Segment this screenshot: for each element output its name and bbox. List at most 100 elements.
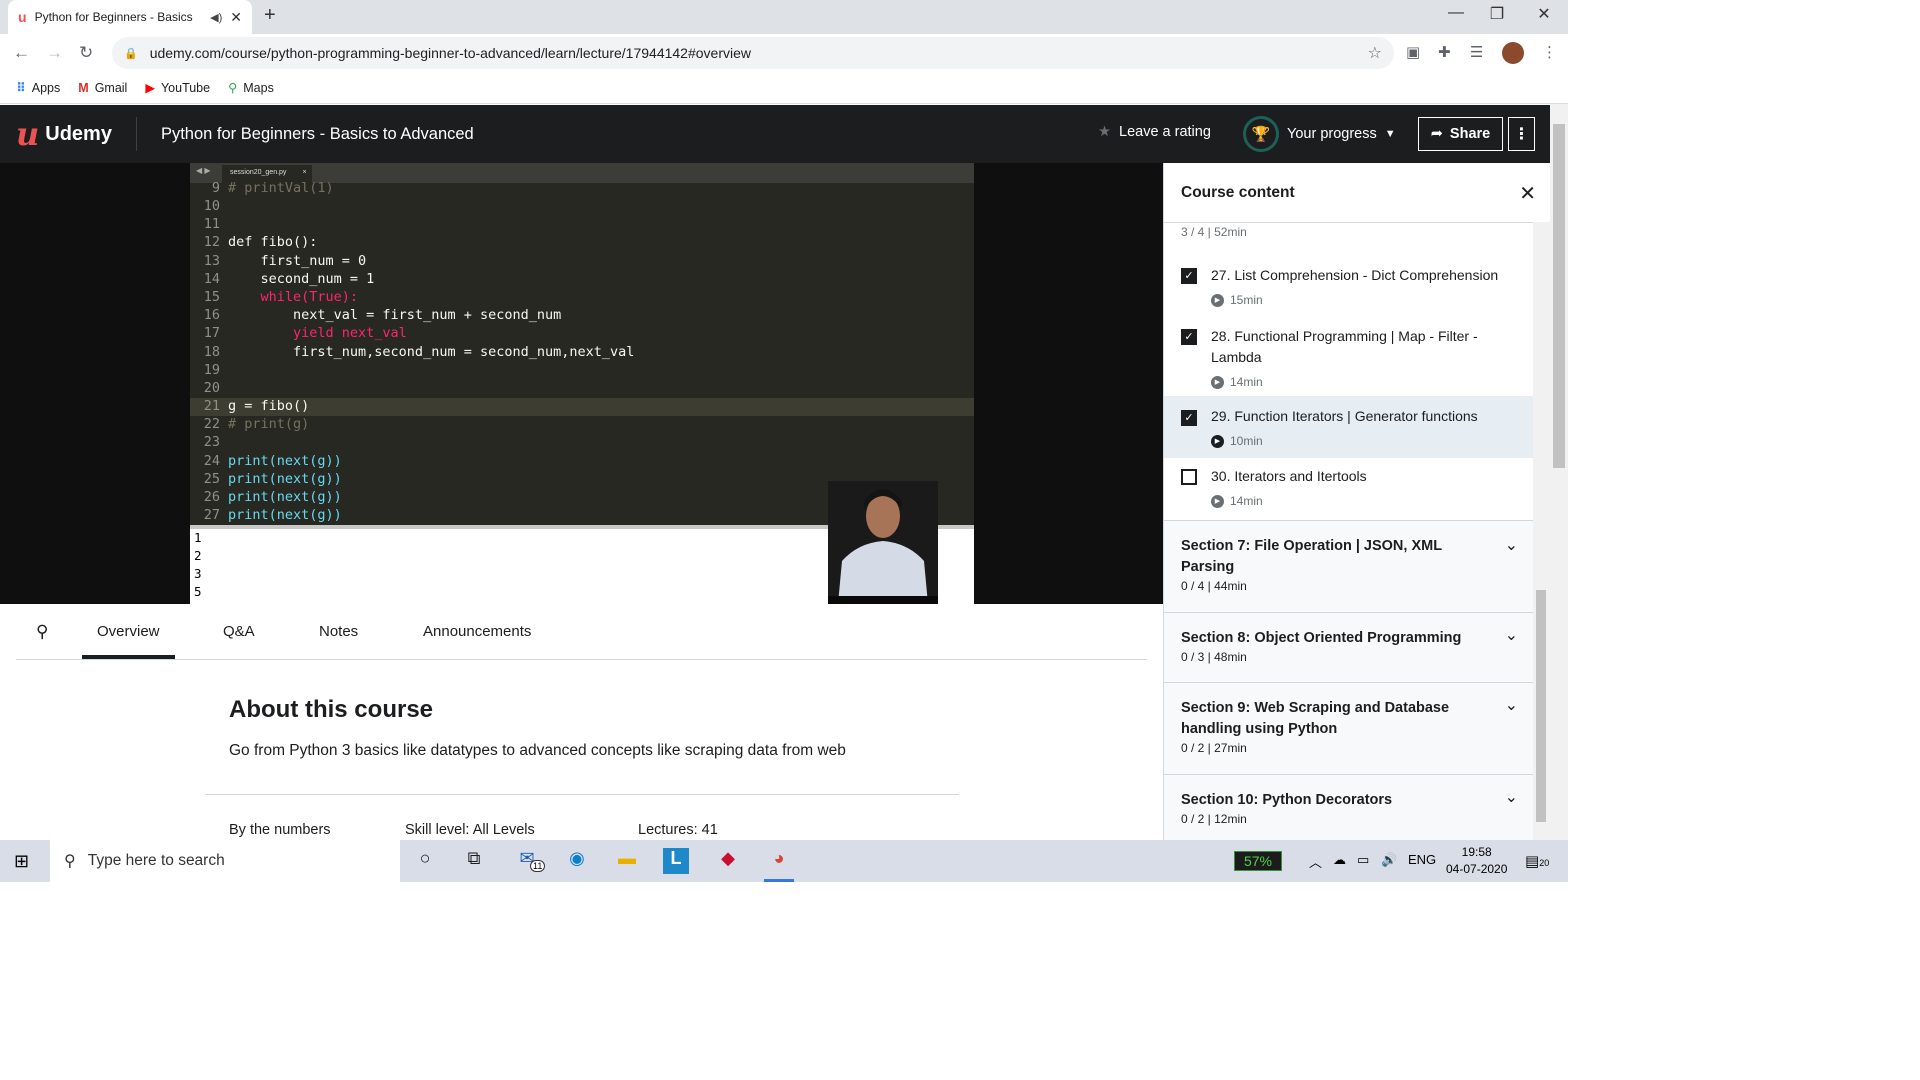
media-control-icon[interactable]: ☰ bbox=[1470, 43, 1483, 61]
onedrive-icon[interactable]: ☁ bbox=[1333, 852, 1346, 868]
video-player[interactable]: ◀ ▶ session20_gen.py × 9 # printVal(1) 10 … bbox=[0, 163, 1163, 604]
lecture-checkbox[interactable] bbox=[1181, 469, 1197, 485]
minimize-button[interactable]: — bbox=[1436, 4, 1476, 22]
lecture-item[interactable]: ✓ 28. Functional Programming | Map - Fil… bbox=[1164, 314, 1534, 396]
notification-icon[interactable]: ▤20 bbox=[1525, 852, 1549, 870]
pocket-extension-icon[interactable]: ▣ bbox=[1406, 43, 1420, 61]
sidebar-scroll-thumb[interactable] bbox=[1536, 590, 1546, 822]
chrome-menu-icon[interactable]: ⋮ bbox=[1542, 43, 1557, 61]
play-icon: ▶ bbox=[1211, 494, 1224, 508]
restore-button[interactable]: ❐ bbox=[1477, 4, 1517, 24]
code-text: print(next(g)) bbox=[228, 453, 342, 469]
taskbar-clock[interactable]: 19:58 04-07-2020 bbox=[1446, 844, 1507, 878]
file-explorer-icon[interactable]: ▬ bbox=[612, 848, 642, 874]
language-indicator[interactable]: ENG bbox=[1408, 852, 1436, 867]
browser-tab[interactable]: u Python for Beginners - Basics ◀) ✕ bbox=[8, 0, 252, 34]
taskbar-search[interactable]: ⚲ Type here to search bbox=[50, 840, 400, 882]
play-icon: ▶ bbox=[1211, 375, 1224, 389]
bookmark-apps[interactable]: ⠿ Apps bbox=[16, 80, 60, 96]
bookmark-youtube[interactable]: ▶ YouTube bbox=[145, 80, 210, 96]
output-line: 5 bbox=[194, 584, 202, 599]
mcafee-icon[interactable]: ◆ bbox=[713, 848, 743, 874]
tab-qa[interactable]: Q&A bbox=[223, 623, 255, 640]
more-options-button[interactable]: ⋮ bbox=[1508, 117, 1535, 151]
lecture-checkbox[interactable]: ✓ bbox=[1181, 410, 1197, 426]
close-tab-icon[interactable]: ✕ bbox=[230, 9, 242, 26]
windows-start-icon[interactable]: ⊞ bbox=[14, 851, 29, 872]
speaker-icon[interactable]: ◀) bbox=[210, 11, 222, 24]
edge-icon[interactable]: ◉ bbox=[562, 848, 592, 874]
code-line: 10 bbox=[190, 198, 228, 216]
chevron-down-icon[interactable]: ⌄ bbox=[1505, 695, 1518, 715]
mail-icon[interactable]: ✉ 11 bbox=[512, 848, 546, 874]
new-tab-button[interactable]: + bbox=[264, 4, 276, 27]
line-number: 27 bbox=[203, 507, 220, 523]
search-icon[interactable]: ⚲ bbox=[36, 622, 48, 642]
extensions-icon[interactable]: ✚ bbox=[1438, 43, 1451, 61]
udemy-logo[interactable]: u Udemy bbox=[16, 115, 137, 153]
task-view-icon[interactable]: ⧉ bbox=[459, 848, 489, 874]
lecture-duration: ▶ 15min bbox=[1211, 293, 1263, 307]
section-title: Section 7: File Operation | JSON, XML Pa… bbox=[1181, 538, 1442, 575]
lecture-checkbox[interactable]: ✓ bbox=[1181, 268, 1197, 284]
tabs-divider bbox=[16, 659, 1147, 660]
code-line: 25 print(next(g)) bbox=[190, 471, 342, 489]
close-window-button[interactable]: ✕ bbox=[1524, 4, 1564, 24]
battery-meter[interactable]: 57% bbox=[1234, 851, 1282, 871]
chevron-down-icon: ▼ bbox=[1384, 128, 1396, 140]
close-sidebar-icon[interactable]: ✕ bbox=[1519, 181, 1536, 206]
app-l-icon[interactable]: L bbox=[663, 848, 689, 874]
show-hidden-icons[interactable]: ︿ bbox=[1309, 852, 1322, 871]
course-title[interactable]: Python for Beginners - Basics to Advance… bbox=[161, 125, 474, 144]
search-placeholder: Type here to search bbox=[87, 852, 225, 869]
date: 04-07-2020 bbox=[1446, 862, 1508, 876]
lecture-item[interactable]: ✓ 27. List Comprehension - Dict Comprehe… bbox=[1164, 253, 1534, 314]
cortana-icon[interactable]: ○ bbox=[410, 848, 440, 874]
back-button[interactable]: ← bbox=[13, 43, 30, 63]
share-button[interactable]: ➦ Share bbox=[1418, 117, 1503, 151]
section-title: Section 8: Object Oriented Programming bbox=[1181, 630, 1462, 646]
line-number: 21 bbox=[203, 398, 220, 414]
code-line: 9 # printVal(1) bbox=[190, 180, 334, 198]
code-line: 18 first_num,second_num = second_num,nex… bbox=[190, 344, 635, 362]
code-text: # print(g) bbox=[228, 416, 310, 432]
profile-avatar[interactable] bbox=[1502, 42, 1524, 64]
battery-icon[interactable]: ▭ bbox=[1357, 852, 1369, 868]
bookmark-gmail[interactable]: M Gmail bbox=[78, 81, 127, 95]
section-item[interactable]: Section 7: File Operation | JSON, XML Pa… bbox=[1164, 520, 1534, 612]
chevron-down-icon[interactable]: ⌄ bbox=[1505, 535, 1518, 555]
duration-text: 14min bbox=[1230, 494, 1263, 508]
lecture-duration: ▶ 10min bbox=[1211, 434, 1263, 448]
duration-text: 14min bbox=[1230, 375, 1263, 389]
code-line: 19 bbox=[190, 362, 228, 380]
tab-overview[interactable]: Overview bbox=[97, 623, 160, 640]
chevron-down-icon[interactable]: ⌄ bbox=[1505, 625, 1518, 645]
bookmark-star-icon[interactable]: ☆ bbox=[1368, 43, 1382, 63]
tab-notes[interactable]: Notes bbox=[319, 623, 358, 640]
browser-toolbar: ← → ↻ 🔒 udemy.com/course/python-programm… bbox=[0, 34, 1568, 72]
browser-tab-strip: u Python for Beginners - Basics ◀) ✕ + —… bbox=[0, 0, 1568, 34]
section-item[interactable]: Section 10: Python Decorators 0 / 2 | 12… bbox=[1164, 774, 1534, 840]
volume-icon[interactable]: 🔊 bbox=[1381, 852, 1397, 868]
chrome-icon[interactable]: ◕ bbox=[764, 848, 794, 882]
address-bar[interactable]: 🔒 udemy.com/course/python-programming-be… bbox=[112, 37, 1394, 69]
bookmark-label: Maps bbox=[243, 80, 274, 95]
lecture-duration: ▶ 14min bbox=[1211, 375, 1263, 389]
code-line-current: 21 g = fibo() bbox=[190, 398, 974, 416]
lecture-item-current[interactable]: ✓ 29. Function Iterators | Generator fun… bbox=[1164, 396, 1534, 458]
section-item[interactable]: Section 9: Web Scraping and Database han… bbox=[1164, 682, 1534, 774]
editor-nav-arrows-icon: ◀ ▶ bbox=[196, 166, 211, 175]
chevron-down-icon[interactable]: ⌄ bbox=[1505, 787, 1518, 807]
reload-button[interactable]: ↻ bbox=[79, 43, 93, 63]
tab-announcements[interactable]: Announcements bbox=[423, 623, 531, 640]
your-progress-button[interactable]: 🏆 Your progress ▼ bbox=[1243, 116, 1396, 152]
bookmark-maps[interactable]: ⚲ Maps bbox=[228, 80, 274, 96]
lecture-checkbox[interactable]: ✓ bbox=[1181, 329, 1197, 345]
share-icon: ➦ bbox=[1430, 126, 1443, 142]
trophy-icon: 🏆 bbox=[1243, 116, 1279, 152]
page-scroll-thumb[interactable] bbox=[1553, 124, 1565, 468]
section-item[interactable]: Section 8: Object Oriented Programming 0… bbox=[1164, 612, 1534, 682]
forward-button[interactable]: → bbox=[46, 43, 63, 63]
leave-rating-button[interactable]: ★ Leave a rating bbox=[1098, 124, 1211, 140]
lecture-item[interactable]: 30. Iterators and Itertools ▶ 14min bbox=[1164, 458, 1534, 518]
